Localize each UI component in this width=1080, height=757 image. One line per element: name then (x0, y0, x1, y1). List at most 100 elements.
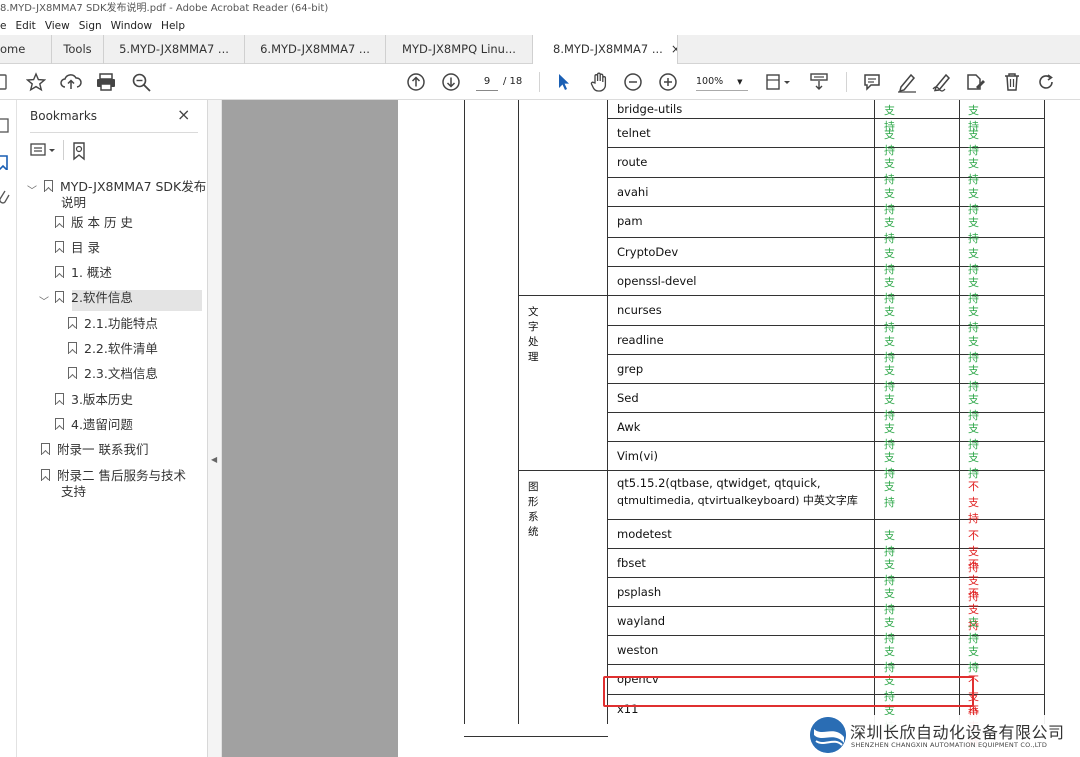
close-icon[interactable]: × (177, 105, 190, 124)
bookmark-item[interactable]: 3.版本历史 (55, 392, 133, 408)
bookmark-item-cont[interactable]: 支持 (61, 484, 86, 500)
table-row-name: psplash (617, 585, 662, 599)
bookmark-item[interactable]: 2.3.文档信息 (68, 366, 158, 382)
bookmark-item[interactable]: 目 录 (55, 240, 100, 256)
bookmark-panel-icon[interactable] (0, 154, 13, 170)
print-icon[interactable] (95, 72, 117, 92)
chevron-down-icon[interactable]: ﹀ (39, 293, 49, 308)
support-status: 支持 (884, 645, 895, 674)
highlight-pen-icon[interactable] (896, 71, 918, 93)
support-status: 支持 (884, 216, 895, 245)
bookmark-item[interactable]: 2.2.软件清单 (68, 341, 158, 357)
tab-doc-6[interactable]: 6.MYD-JX8MMA7 ... (245, 35, 386, 64)
bookmark-item[interactable]: MYD-JX8MMA7 SDK发布 (44, 179, 206, 195)
tab-doc-jx8mpq[interactable]: MYD-JX8MPQ Linu... (386, 35, 532, 64)
support-status: 支持 (968, 128, 979, 157)
support-status: 支持 (884, 451, 895, 480)
tab-doc-5[interactable]: 5.MYD-JX8MMA7 ... (104, 35, 245, 64)
bookmark-label: 支持 (61, 484, 87, 499)
bookmark-item[interactable]: 附录一 联系我们 (41, 442, 148, 458)
table-row-name: modetest (617, 527, 672, 541)
tab-tools[interactable]: Tools (52, 35, 104, 64)
table-grid-line (607, 470, 1045, 471)
table-grid-line (607, 441, 1045, 442)
rotate-icon[interactable] (1036, 72, 1056, 92)
sign-icon[interactable] (930, 71, 954, 93)
hand-tool-icon[interactable] (588, 71, 610, 93)
new-bookmark-icon[interactable] (71, 141, 89, 161)
tab-bar: ome Tools 5.MYD-JX8MMA7 ... 6.MYD-JX8MMA… (0, 35, 1080, 65)
page-thumbnails-icon[interactable] (0, 117, 13, 133)
bookmark-label: 2.2.软件清单 (84, 341, 158, 356)
menu-help[interactable]: Help (161, 20, 185, 32)
company-watermark: 深圳长欣自动化设备有限公司 SHENZHEN CHANGXIN AUTOMATI… (808, 715, 1080, 757)
bookmark-item[interactable]: 版 本 历 史 (55, 215, 133, 231)
star-icon[interactable] (26, 72, 46, 92)
save-icon[interactable] (0, 74, 8, 90)
bookmark-item[interactable]: 2.1.功能特点 (68, 316, 158, 332)
chevron-down-icon[interactable]: ﹀ (27, 182, 37, 197)
support-status: 支持 (884, 587, 895, 616)
previous-page-icon[interactable] (406, 72, 426, 92)
tool-rail (0, 100, 17, 757)
bookmark-item[interactable]: 附录二 售后服务与技术 (41, 468, 186, 484)
category-label: 图形系统 (528, 481, 539, 538)
table-grid-line (607, 237, 1045, 238)
panel-collapse-handle[interactable]: ◀ (208, 100, 222, 757)
support-status: 支持 (884, 480, 895, 509)
document-background (222, 100, 398, 757)
delete-icon[interactable] (1002, 71, 1022, 93)
options-menu-icon[interactable] (30, 141, 60, 159)
zoom-search-icon[interactable] (131, 72, 153, 92)
bookmark-item[interactable]: 4.遗留问题 (55, 417, 133, 433)
menu-view[interactable]: View (45, 20, 70, 32)
bookmark-icon (55, 241, 64, 253)
bookmark-label: 2.1.功能特点 (84, 316, 158, 331)
table-row-name: fbset (617, 556, 646, 570)
table-grid-line (607, 325, 1045, 326)
bookmark-icon (55, 216, 64, 228)
tab-doc-8[interactable]: 8.MYD-JX8MMA7 ... × (532, 35, 678, 65)
table-row-name: Vim(vi) (617, 449, 658, 463)
table-grid-line (607, 295, 1045, 296)
zoom-out-icon[interactable] (623, 72, 643, 92)
select-cursor-icon[interactable] (556, 72, 572, 92)
upload-cloud-icon[interactable] (60, 72, 82, 92)
bookmark-item-cont[interactable]: 说明 (61, 195, 86, 211)
bookmark-item[interactable]: 1. 概述 (55, 265, 112, 281)
support-status: 支持 (968, 451, 979, 480)
tab-home[interactable]: ome (0, 35, 52, 64)
support-status: 支持 (884, 157, 895, 186)
table-row-name: CryptoDev (617, 245, 679, 259)
bookmark-label: 说明 (61, 195, 87, 210)
edit-document-icon[interactable] (964, 71, 988, 93)
comment-icon[interactable] (862, 72, 882, 92)
table-grid-line (607, 118, 1045, 119)
menu-window[interactable]: Window (111, 20, 152, 32)
support-status: 支持 (884, 393, 895, 422)
table-row-name: ncurses (617, 303, 662, 317)
menu-edit[interactable]: Edit (15, 20, 35, 32)
support-status: 支持 (968, 645, 979, 674)
menu-file[interactable]: e (0, 20, 6, 32)
table-grid-line (607, 266, 1045, 267)
tab-close-icon[interactable]: × (671, 42, 677, 56)
chevron-down-icon: ▼ (737, 78, 743, 86)
bookmark-icon (68, 317, 77, 329)
bookmark-icon (44, 180, 53, 192)
next-page-icon[interactable] (441, 72, 461, 92)
bookmark-item-selected[interactable]: 2.软件信息 (55, 290, 133, 306)
zoom-in-icon[interactable] (658, 72, 678, 92)
page-number-input[interactable]: 9 (476, 73, 498, 91)
table-grid-line (607, 354, 1045, 355)
menu-sign[interactable]: Sign (79, 20, 102, 32)
toolbar-divider (846, 72, 847, 92)
scroll-mode-icon[interactable] (808, 72, 832, 92)
support-status: 支持 (968, 247, 979, 276)
attachment-icon[interactable] (0, 189, 13, 205)
support-status: 支持 (968, 335, 979, 364)
page-fit-icon[interactable] (764, 72, 792, 92)
zoom-level-select[interactable]: 100% ▼ (696, 73, 748, 91)
opencv-highlight-box (603, 676, 974, 707)
bookmark-icon (55, 393, 64, 405)
